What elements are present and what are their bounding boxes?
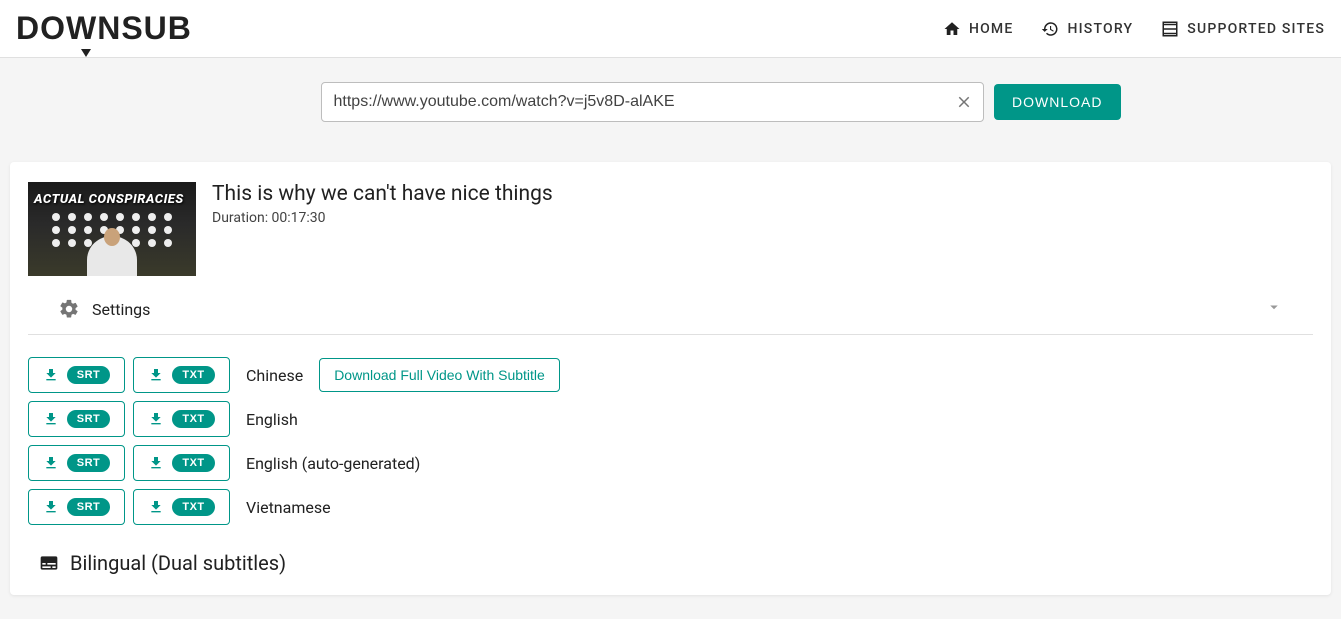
- bilingual-section: Bilingual (Dual subtitles): [28, 551, 1313, 575]
- language-name: Vietnamese: [246, 498, 331, 517]
- format-pill-srt: SRT: [67, 410, 111, 428]
- format-pill-txt: TXT: [172, 454, 214, 472]
- download-txt-button[interactable]: TXT: [133, 445, 230, 481]
- close-icon: [955, 93, 973, 111]
- format-pill-srt: SRT: [67, 498, 111, 516]
- download-full-video-button[interactable]: Download Full Video With Subtitle: [319, 358, 560, 392]
- search-row: DOWNLOAD: [221, 82, 1121, 122]
- video-info: ACTUAL CONSPIRACIES This is why we can't…: [28, 182, 1313, 276]
- language-row: SRT TXT Vietnamese: [28, 489, 1313, 525]
- video-thumbnail[interactable]: ACTUAL CONSPIRACIES: [28, 182, 196, 276]
- gear-icon: [58, 298, 80, 320]
- language-name: English (auto-generated): [246, 454, 420, 473]
- home-icon: [943, 20, 961, 38]
- download-srt-button[interactable]: SRT: [28, 357, 125, 393]
- nav-home-label: HOME: [969, 21, 1014, 37]
- download-icon: [43, 367, 59, 383]
- thumbnail-overlay-text: ACTUAL CONSPIRACIES: [34, 192, 190, 207]
- nav-supported-sites[interactable]: SUPPORTED SITES: [1161, 20, 1325, 38]
- history-icon: [1041, 20, 1059, 38]
- language-row: SRT TXT English (auto-generated): [28, 445, 1313, 481]
- download-icon: [43, 455, 59, 471]
- list-icon: [1161, 20, 1179, 38]
- video-title: This is why we can't have nice things: [212, 182, 553, 206]
- download-txt-button[interactable]: TXT: [133, 401, 230, 437]
- language-row: SRT TXT Chinese Download Full Video With Su…: [28, 357, 1313, 393]
- logo-arrow-icon: [81, 49, 91, 57]
- download-icon: [43, 499, 59, 515]
- format-pill-txt: TXT: [172, 410, 214, 428]
- download-icon: [148, 499, 164, 515]
- download-srt-button[interactable]: SRT: [28, 489, 125, 525]
- download-button[interactable]: DOWNLOAD: [994, 84, 1120, 120]
- url-input[interactable]: [321, 82, 985, 122]
- download-srt-button[interactable]: SRT: [28, 445, 125, 481]
- chevron-down-icon: [1265, 298, 1283, 320]
- settings-label: Settings: [92, 300, 150, 319]
- download-icon: [43, 411, 59, 427]
- video-duration: Duration: 00:17:30: [212, 210, 553, 226]
- language-list: SRT TXT Chinese Download Full Video With Su…: [28, 357, 1313, 525]
- format-pill-txt: TXT: [172, 498, 214, 516]
- nav-history[interactable]: HISTORY: [1041, 20, 1133, 38]
- logo[interactable]: DOWNSUB: [16, 10, 192, 47]
- download-txt-button[interactable]: TXT: [133, 489, 230, 525]
- nav-home[interactable]: HOME: [943, 20, 1014, 38]
- search-box: [321, 82, 985, 122]
- subtitles-icon: [38, 553, 60, 573]
- download-srt-button[interactable]: SRT: [28, 401, 125, 437]
- logo-text: DOWNSUB: [16, 10, 192, 46]
- nav: HOME HISTORY SUPPORTED SITES: [943, 20, 1325, 38]
- bilingual-label: Bilingual (Dual subtitles): [70, 551, 286, 575]
- nav-supported-label: SUPPORTED SITES: [1187, 21, 1325, 37]
- language-row: SRT TXT English: [28, 401, 1313, 437]
- download-icon: [148, 455, 164, 471]
- clear-input-button[interactable]: [952, 90, 976, 114]
- format-pill-srt: SRT: [67, 366, 111, 384]
- main-area: DOWNLOAD ACTUAL CONSPIRACIES This is why…: [0, 58, 1341, 619]
- format-pill-srt: SRT: [67, 454, 111, 472]
- language-name: English: [246, 410, 298, 429]
- download-icon: [148, 367, 164, 383]
- download-icon: [148, 411, 164, 427]
- format-pill-txt: TXT: [172, 366, 214, 384]
- language-name: Chinese: [246, 366, 303, 385]
- download-txt-button[interactable]: TXT: [133, 357, 230, 393]
- video-meta: This is why we can't have nice things Du…: [212, 182, 553, 276]
- settings-toggle[interactable]: Settings: [28, 288, 1313, 335]
- result-card: ACTUAL CONSPIRACIES This is why we can't…: [10, 162, 1331, 595]
- header: DOWNSUB HOME HISTORY SUPPORTED SITES: [0, 0, 1341, 58]
- nav-history-label: HISTORY: [1067, 21, 1133, 37]
